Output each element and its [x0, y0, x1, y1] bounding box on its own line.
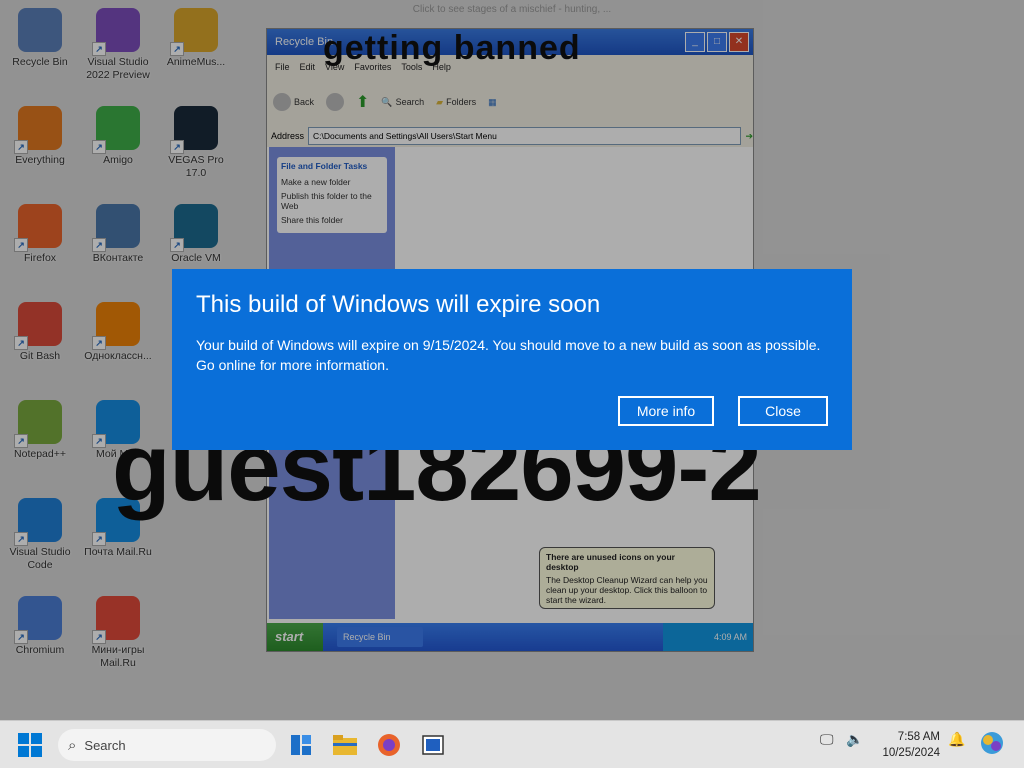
taskbar-search[interactable]: ⌕ Search	[58, 729, 276, 761]
clock-time: 7:58 AM	[897, 731, 940, 743]
widgets-icon[interactable]	[287, 731, 315, 759]
more-info-button[interactable]: More info	[618, 396, 714, 426]
copilot-icon[interactable]	[980, 731, 1004, 758]
close-button[interactable]: Close	[738, 396, 828, 426]
expiry-dialog: This build of Windows will expire soon Y…	[172, 269, 852, 450]
start-button[interactable]	[18, 733, 42, 757]
search-icon: ⌕	[68, 736, 77, 754]
windows-logo-tile	[18, 733, 29, 744]
dialog-buttons: More info Close	[618, 396, 828, 426]
firefox-icon[interactable]	[375, 731, 403, 759]
network-icon[interactable]: 🖵	[820, 731, 834, 748]
search-placeholder: Search	[84, 737, 126, 753]
file-explorer-icon[interactable]	[331, 731, 359, 759]
clock-date: 10/25/2024	[882, 747, 940, 759]
taskbar: ⌕ Search 🖵 🔈 7:58 AM 10/25/2024 🔔	[0, 720, 1024, 768]
volume-icon[interactable]: 🔈	[846, 731, 863, 748]
clock[interactable]: 7:58 AM 10/25/2024	[882, 729, 940, 761]
dialog-title: This build of Windows will expire soon	[196, 291, 601, 318]
notification-bell-icon[interactable]: 🔔	[948, 731, 965, 748]
dialog-message: Your build of Windows will expire on 9/1…	[196, 337, 821, 373]
virtual-machine-icon[interactable]	[419, 731, 447, 759]
